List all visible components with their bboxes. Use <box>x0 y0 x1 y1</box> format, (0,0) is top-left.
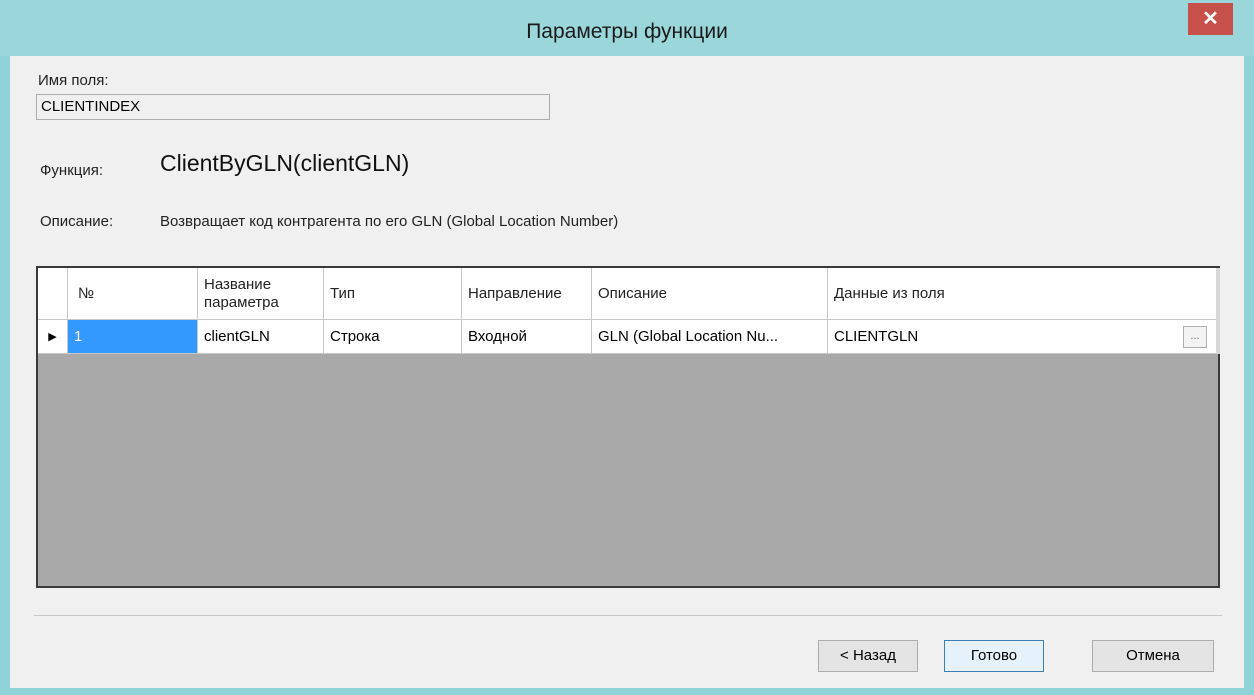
cell-direction[interactable]: Входной <box>462 320 592 353</box>
separator <box>34 615 1222 616</box>
field-name-label: Имя поля: <box>38 72 109 89</box>
cell-description[interactable]: GLN (Global Location Nu... <box>592 320 828 353</box>
row-header-corner <box>38 268 68 319</box>
column-header-num[interactable]: № <box>68 268 198 319</box>
column-header-direction[interactable]: Направление <box>462 268 592 319</box>
column-header-name[interactable]: Название параметра <box>198 268 324 319</box>
cancel-button[interactable]: Отмена <box>1092 640 1214 672</box>
title-bar: Параметры функции ✕ <box>0 0 1254 56</box>
current-row-icon: ▶ <box>38 320 68 353</box>
description-text: Возвращает код контрагента по его GLN (G… <box>160 213 619 230</box>
column-header-field-data[interactable]: Данные из поля <box>828 268 1216 319</box>
browse-field-button[interactable]: ... <box>1183 326 1207 348</box>
description-label: Описание: <box>40 213 114 230</box>
column-header-description[interactable]: Описание <box>592 268 828 319</box>
column-header-name-line2: параметра <box>204 293 279 311</box>
cell-num[interactable]: 1 <box>68 320 198 353</box>
grid-scrollbar[interactable] <box>1216 268 1220 354</box>
back-button[interactable]: < Назад <box>818 640 918 672</box>
field-name-input[interactable]: CLIENTINDEX <box>36 94 550 120</box>
cell-field-data-value: CLIENTGLN <box>834 328 919 345</box>
column-header-type[interactable]: Тип <box>324 268 462 319</box>
cell-name[interactable]: clientGLN <box>198 320 324 353</box>
grid-header: № Название параметра Тип Направление Опи… <box>38 268 1216 320</box>
close-button[interactable]: ✕ <box>1188 3 1233 35</box>
window-title: Параметры функции <box>526 20 728 43</box>
column-header-name-line1: Название <box>204 275 272 293</box>
cell-type[interactable]: Строка <box>324 320 462 353</box>
dialog-body: Имя поля: CLIENTINDEX Функция: ClientByG… <box>10 56 1244 688</box>
cell-field-data[interactable]: CLIENTGLN <box>828 320 1216 353</box>
function-name: ClientByGLN(clientGLN) <box>160 150 410 176</box>
function-label: Функция: <box>40 162 104 179</box>
finish-button[interactable]: Готово <box>944 640 1044 672</box>
table-row[interactable]: ▶ 1 clientGLN Строка Входной GLN (Global… <box>38 320 1216 354</box>
parameters-grid[interactable]: № Название параметра Тип Направление Опи… <box>36 266 1220 588</box>
